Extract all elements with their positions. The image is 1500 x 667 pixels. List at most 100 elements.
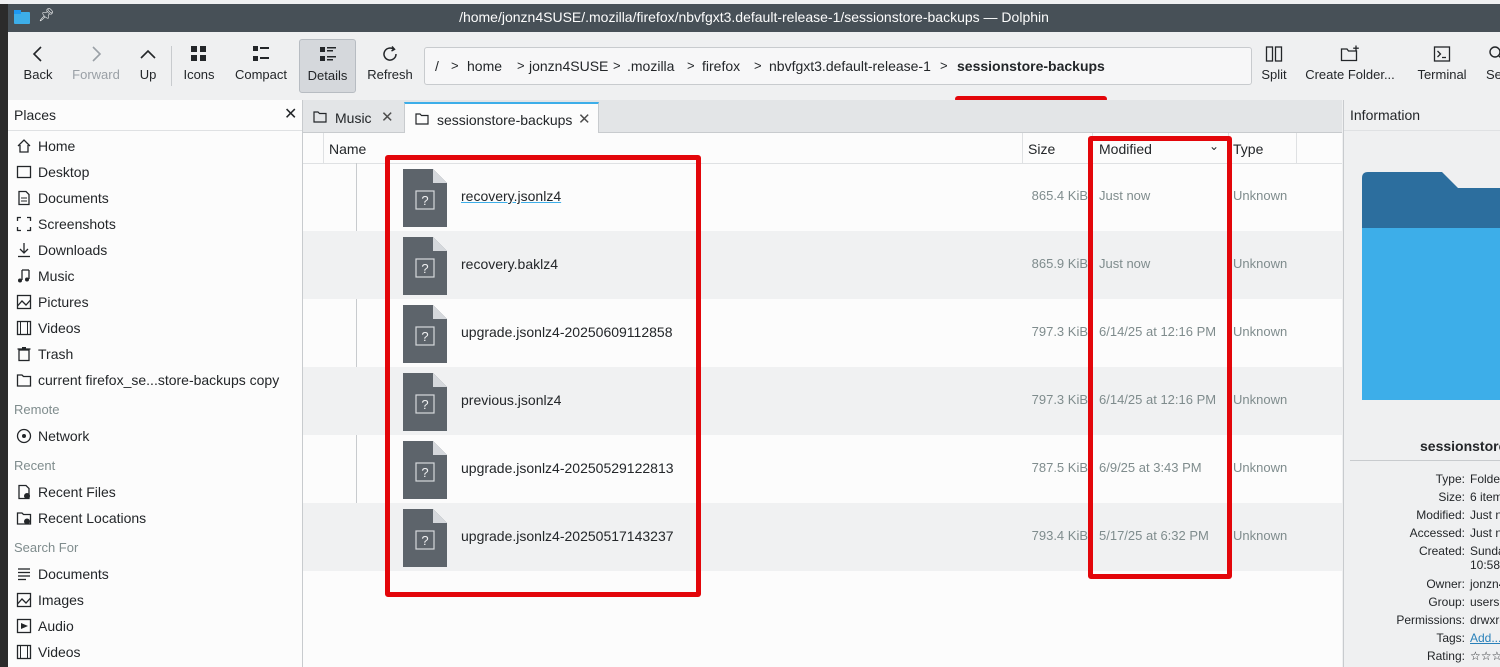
info-key: Permissions:	[1396, 613, 1465, 627]
places-item-downloads[interactable]: Downloads	[14, 238, 300, 262]
downloads-icon	[18, 243, 30, 258]
terminal-icon	[1433, 46, 1451, 62]
info-key: Rating:	[1426, 649, 1465, 663]
close-icon[interactable]: ✕	[284, 104, 297, 124]
info-value: users	[1470, 595, 1500, 609]
compact-view-button[interactable]: Compact	[230, 39, 292, 91]
chevron-right-icon: >	[940, 58, 948, 73]
details-view-button[interactable]: Details	[299, 39, 356, 93]
breadcrumb-current[interactable]: sessionstore-backups	[957, 58, 1105, 74]
info-value: Sunday	[1470, 544, 1500, 558]
music-icon	[18, 269, 30, 283]
places-item-documents[interactable]: Documents	[14, 186, 300, 210]
info-value: Just no	[1470, 508, 1500, 522]
file-type: Unknown	[1233, 188, 1288, 203]
places-item-recent-files[interactable]: Recent Files	[14, 480, 300, 504]
forward-button[interactable]: Forward	[66, 39, 126, 91]
icons-view-button[interactable]: Icons	[178, 39, 220, 91]
file-view: Music ✕ sessionstore-backups ✕ Name Size…	[303, 100, 1342, 667]
terminal-label: Terminal	[1417, 67, 1467, 82]
back-button[interactable]: Back	[10, 39, 66, 91]
forward-arrow-icon	[92, 46, 102, 62]
places-item-network[interactable]: Network	[14, 424, 300, 448]
places-item-videos[interactable]: Videos	[14, 316, 300, 340]
places-item-screenshots[interactable]: Screenshots	[14, 212, 300, 236]
places-item-search-images[interactable]: Images	[14, 588, 300, 612]
info-value: Just no	[1470, 526, 1500, 540]
places-item-folder[interactable]: current firefox_se...store-backups copy	[14, 368, 300, 392]
folder-icon	[415, 113, 429, 125]
file-size: 793.4 KiB	[1031, 528, 1088, 543]
file-size: 797.3 KiB	[1031, 324, 1088, 339]
info-key: Accessed:	[1409, 526, 1465, 540]
breadcrumb-mozilla[interactable]: .mozilla	[627, 58, 674, 74]
split-label: Split	[1261, 67, 1287, 82]
terminal-button[interactable]: Terminal	[1410, 39, 1474, 91]
places-item-label: Home	[38, 138, 76, 154]
info-key: Owner:	[1426, 577, 1465, 591]
search-button[interactable]: Se	[1482, 39, 1500, 91]
breadcrumb-firefox[interactable]: firefox	[702, 58, 740, 74]
close-tab-icon[interactable]: ✕	[381, 108, 394, 126]
rating-stars[interactable]: ☆☆☆	[1470, 649, 1500, 663]
places-item-label: Documents	[38, 566, 109, 582]
places-item-label: Recent Locations	[38, 510, 147, 526]
breadcrumb: / > home > jonzn4SUSE > .mozilla > firef…	[424, 47, 1252, 102]
places-item-pictures[interactable]: Pictures	[14, 290, 300, 314]
recent-files-icon	[18, 484, 30, 500]
up-button[interactable]: Up	[132, 39, 164, 91]
places-item-music[interactable]: Music	[14, 264, 300, 288]
folder-icon	[16, 374, 32, 387]
network-icon	[16, 428, 32, 444]
file-type: Unknown	[1233, 528, 1288, 543]
breadcrumb-root[interactable]: /	[435, 58, 439, 74]
column-type[interactable]: Type	[1233, 141, 1263, 157]
places-item-label: Videos	[38, 644, 81, 660]
places-item-label: Videos	[38, 320, 81, 336]
places-item-recent-locations[interactable]: Recent Locations	[14, 506, 300, 530]
file-type: Unknown	[1233, 392, 1288, 407]
places-title: Places	[14, 107, 57, 123]
divider	[1344, 130, 1500, 131]
info-value: Folder	[1470, 472, 1500, 486]
column-name[interactable]: Name	[329, 141, 366, 157]
tab-music[interactable]: Music ✕	[303, 102, 403, 132]
info-value: jonzn4	[1470, 577, 1500, 591]
file-size: 865.9 KiB	[1031, 256, 1088, 271]
title-bar: 📌︎ /home/jonzn4SUSE/.mozilla/firefox/nbv…	[8, 4, 1500, 32]
column-size[interactable]: Size	[1028, 141, 1055, 157]
tab-bar: Music ✕ sessionstore-backups ✕	[303, 100, 1342, 134]
refresh-button[interactable]: Refresh	[362, 39, 418, 91]
breadcrumb-user[interactable]: jonzn4SUSE	[529, 58, 608, 74]
divider	[323, 133, 324, 163]
divider	[1296, 133, 1297, 163]
places-item-search-audio[interactable]: Audio	[14, 614, 300, 638]
split-button[interactable]: Split	[1256, 39, 1292, 91]
places-item-home[interactable]: Home	[14, 134, 300, 158]
places-item-label: Music	[38, 268, 75, 284]
places-item-search-videos[interactable]: Videos	[14, 640, 300, 664]
file-type: Unknown	[1233, 460, 1288, 475]
places-item-search-documents[interactable]: Documents	[14, 562, 300, 586]
recent-locations-icon	[16, 512, 32, 525]
documents-icon	[18, 190, 30, 206]
info-key: Type:	[1435, 472, 1465, 486]
create-folder-button[interactable]: Create Folder...	[1302, 39, 1398, 91]
places-item-desktop[interactable]: Desktop	[14, 160, 300, 184]
back-label: Back	[23, 67, 53, 82]
places-item-trash[interactable]: Trash	[14, 342, 300, 366]
info-value: drwxr-	[1470, 613, 1500, 627]
icons-label: Icons	[183, 67, 215, 82]
tab-sessionstore-backups[interactable]: sessionstore-backups ✕	[404, 102, 599, 134]
close-tab-icon[interactable]: ✕	[578, 110, 591, 128]
breadcrumb-home[interactable]: home	[467, 58, 502, 74]
places-item-label: current firefox_se...store-backups copy	[38, 372, 280, 388]
places-item-label: Pictures	[38, 294, 89, 310]
add-tags-link[interactable]: Add...	[1470, 631, 1500, 645]
search-label: Se	[1486, 67, 1500, 82]
breadcrumb-profile[interactable]: nbvfgxt3.default-release-1	[769, 58, 931, 74]
documents-icon	[18, 568, 30, 581]
home-icon	[17, 139, 31, 153]
highlight-box-names	[385, 155, 701, 597]
images-icon	[16, 592, 32, 608]
